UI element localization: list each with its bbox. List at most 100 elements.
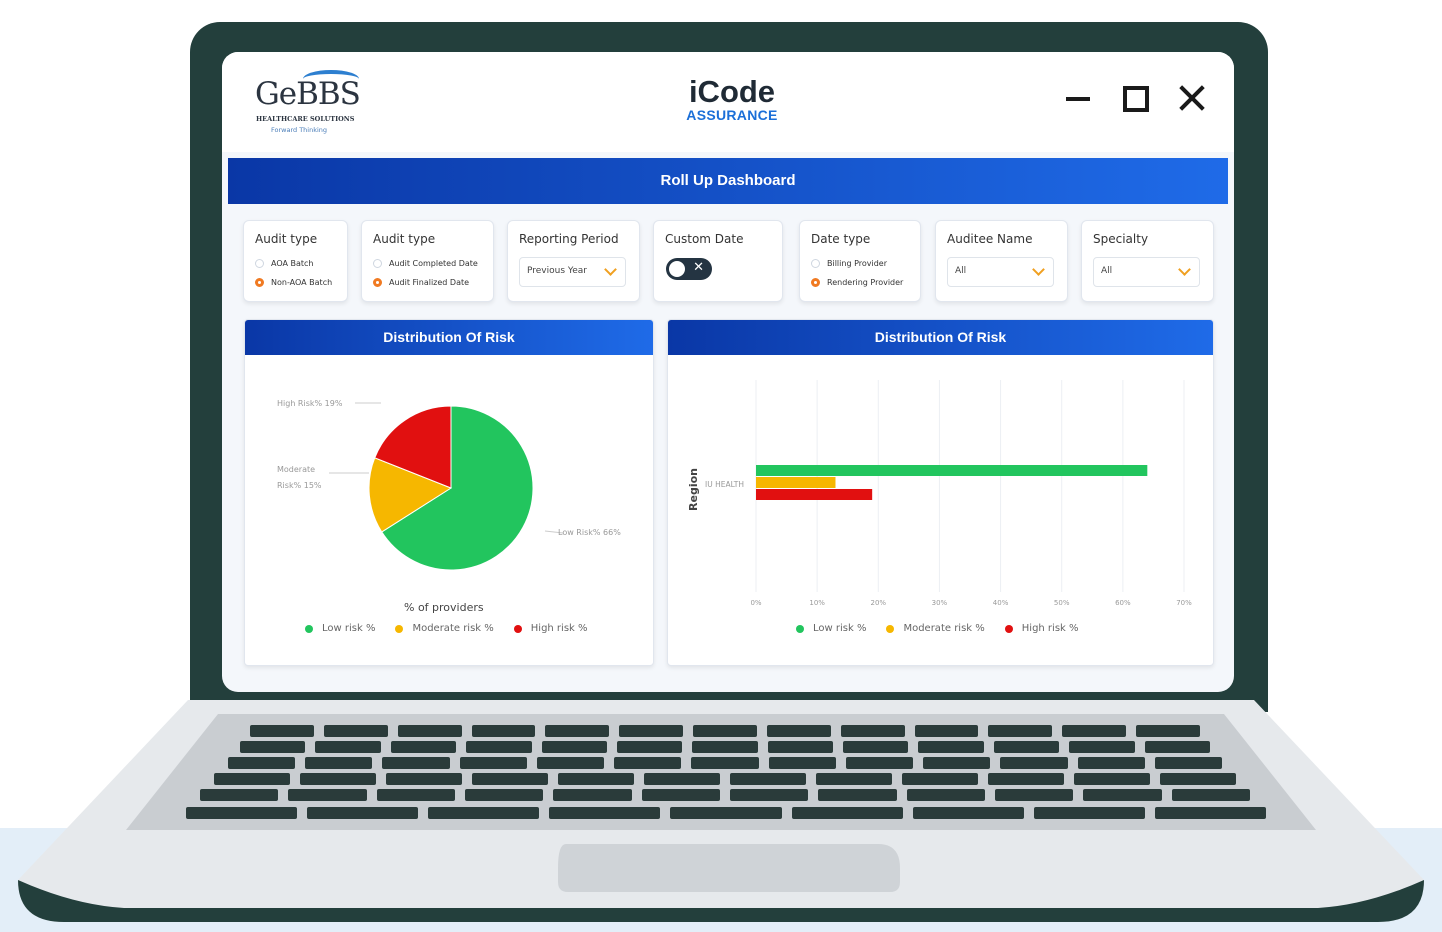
keyboard-key — [616, 741, 683, 753]
legend-label: High risk % — [530, 623, 588, 634]
radio-label: AOA Batch — [271, 259, 314, 268]
filter-date-type: Date type Billing Provider Rendering Pro… — [799, 220, 921, 302]
x-tick-label: 20% — [871, 599, 887, 607]
keyboard-key — [768, 757, 836, 769]
legend-item-low[interactable]: Low risk % — [796, 623, 866, 634]
legend-label: Low risk % — [813, 623, 867, 634]
bar-low-risk[interactable] — [756, 465, 1148, 476]
keyboard-key — [549, 807, 661, 819]
select-value: All — [955, 266, 967, 276]
keyboard-key — [1171, 789, 1250, 801]
close-icon[interactable] — [1178, 84, 1206, 112]
keyboard-key — [541, 741, 607, 753]
keyboard-key — [323, 725, 388, 737]
gebbs-tagline: Forward Thinking — [271, 126, 328, 134]
minimize-icon[interactable] — [1064, 84, 1092, 112]
keyboard-key — [614, 757, 682, 769]
keyboard-key — [300, 773, 376, 785]
keyboard-key — [1144, 741, 1210, 753]
filter-title: Custom Date — [665, 232, 744, 246]
keyboard-key — [914, 725, 979, 737]
radio-option-non-aoa-batch[interactable]: Non-AOA Batch — [255, 278, 332, 287]
top-bar: GeBBS HEALTHCARE SOLUTIONS Forward Think… — [222, 52, 1234, 152]
app-screen: GeBBS HEALTHCARE SOLUTIONS Forward Think… — [222, 52, 1234, 692]
filter-title: Auditee Name — [947, 232, 1033, 246]
legend-item-low[interactable]: Low risk % — [305, 623, 375, 634]
chevron-down-icon — [1178, 263, 1191, 276]
legend-label: Moderate risk % — [903, 623, 985, 634]
radio-button-selected[interactable] — [811, 278, 820, 287]
x-tick-label: 40% — [993, 599, 1009, 607]
keyboard-key — [472, 773, 548, 785]
radio-button[interactable] — [255, 259, 264, 268]
x-tick-label: 30% — [932, 599, 948, 607]
keyboard-key — [1074, 773, 1150, 785]
legend-item-moderate[interactable]: Moderate risk % — [395, 623, 494, 634]
filter-title: Audit type — [255, 232, 318, 246]
icode-logo: iCode ASSURANCE — [677, 76, 787, 126]
icode-subtitle: ASSURANCE — [686, 107, 778, 123]
keyboard-key — [988, 725, 1053, 737]
maximize-icon[interactable] — [1121, 84, 1149, 112]
radio-button[interactable] — [811, 259, 820, 268]
reporting-period-select[interactable]: Previous Year — [519, 257, 626, 287]
keyboard-key — [816, 773, 892, 785]
keyboard-key — [250, 725, 314, 737]
filter-auditee-name: Auditee Name All — [935, 220, 1068, 302]
x-tick-label: 10% — [809, 599, 825, 607]
legend-item-moderate[interactable]: Moderate risk % — [886, 623, 985, 634]
keyboard-key — [644, 773, 720, 785]
custom-date-toggle[interactable]: ✕ — [666, 258, 712, 280]
keyboard-key — [902, 773, 978, 785]
keyboard-key — [214, 773, 290, 785]
radio-option-rendering-provider[interactable]: Rendering Provider — [811, 278, 903, 287]
radio-button[interactable] — [373, 259, 382, 268]
keyboard-key — [845, 757, 914, 769]
icode-wordmark: iCode — [688, 74, 776, 109]
radio-option-aoa-batch[interactable]: AOA Batch — [255, 259, 314, 268]
legend-label: Moderate risk % — [412, 623, 494, 634]
legend-item-high[interactable]: High risk % — [513, 623, 588, 634]
keyboard-key — [843, 741, 909, 753]
radio-label: Audit Finalized Date — [389, 278, 470, 287]
x-tick-label: 70% — [1176, 599, 1192, 607]
keyboard-key — [466, 741, 532, 753]
filter-audit-type-date: Audit type Audit Completed Date Audit Fi… — [361, 220, 494, 302]
radio-option-audit-completed[interactable]: Audit Completed Date — [373, 259, 478, 268]
keyboard-key — [693, 725, 757, 737]
radio-label: Non-AOA Batch — [271, 278, 333, 287]
radio-label: Rendering Provider — [827, 278, 904, 287]
bar-category-label: IU HEALTH — [705, 480, 744, 489]
legend-label: High risk % — [1021, 623, 1079, 634]
radio-option-audit-finalized[interactable]: Audit Finalized Date — [373, 278, 469, 287]
radio-button-selected[interactable] — [373, 278, 382, 287]
keyboard-key — [1154, 757, 1222, 769]
keyboard-key — [993, 741, 1060, 753]
filter-title: Reporting Period — [519, 232, 619, 246]
legend-dot-low — [305, 624, 313, 633]
keyboard-key — [471, 725, 536, 737]
select-value: Previous Year — [527, 266, 587, 276]
keyboard-key — [1160, 773, 1236, 785]
x-tick-label: 0% — [750, 599, 761, 607]
legend-item-high[interactable]: High risk % — [1004, 623, 1079, 634]
radio-option-billing-provider[interactable]: Billing Provider — [811, 259, 887, 268]
dashboard-title: Roll Up Dashboard — [228, 158, 1228, 204]
specialty-select[interactable]: All — [1093, 257, 1200, 287]
keyboard-key — [766, 725, 831, 737]
chevron-down-icon — [1032, 263, 1045, 276]
keyboard-key — [670, 807, 782, 819]
keyboard-key — [988, 773, 1064, 785]
keyboard-key — [730, 789, 809, 801]
auditee-name-select[interactable]: All — [947, 257, 1054, 287]
bar-legend: Low risk % Moderate risk % High risk % — [796, 623, 1079, 634]
keyboard-key — [536, 757, 605, 769]
legend-dot-high — [513, 624, 522, 633]
bar-moderate-risk[interactable] — [756, 477, 836, 488]
bar-high-risk[interactable] — [756, 489, 873, 500]
radio-button-selected[interactable] — [255, 278, 264, 287]
keyboard-key — [307, 807, 419, 819]
pie-label-low: Low Risk% 66% — [558, 528, 621, 537]
keyboard-key — [428, 807, 540, 819]
keyboard-key — [995, 789, 1074, 801]
